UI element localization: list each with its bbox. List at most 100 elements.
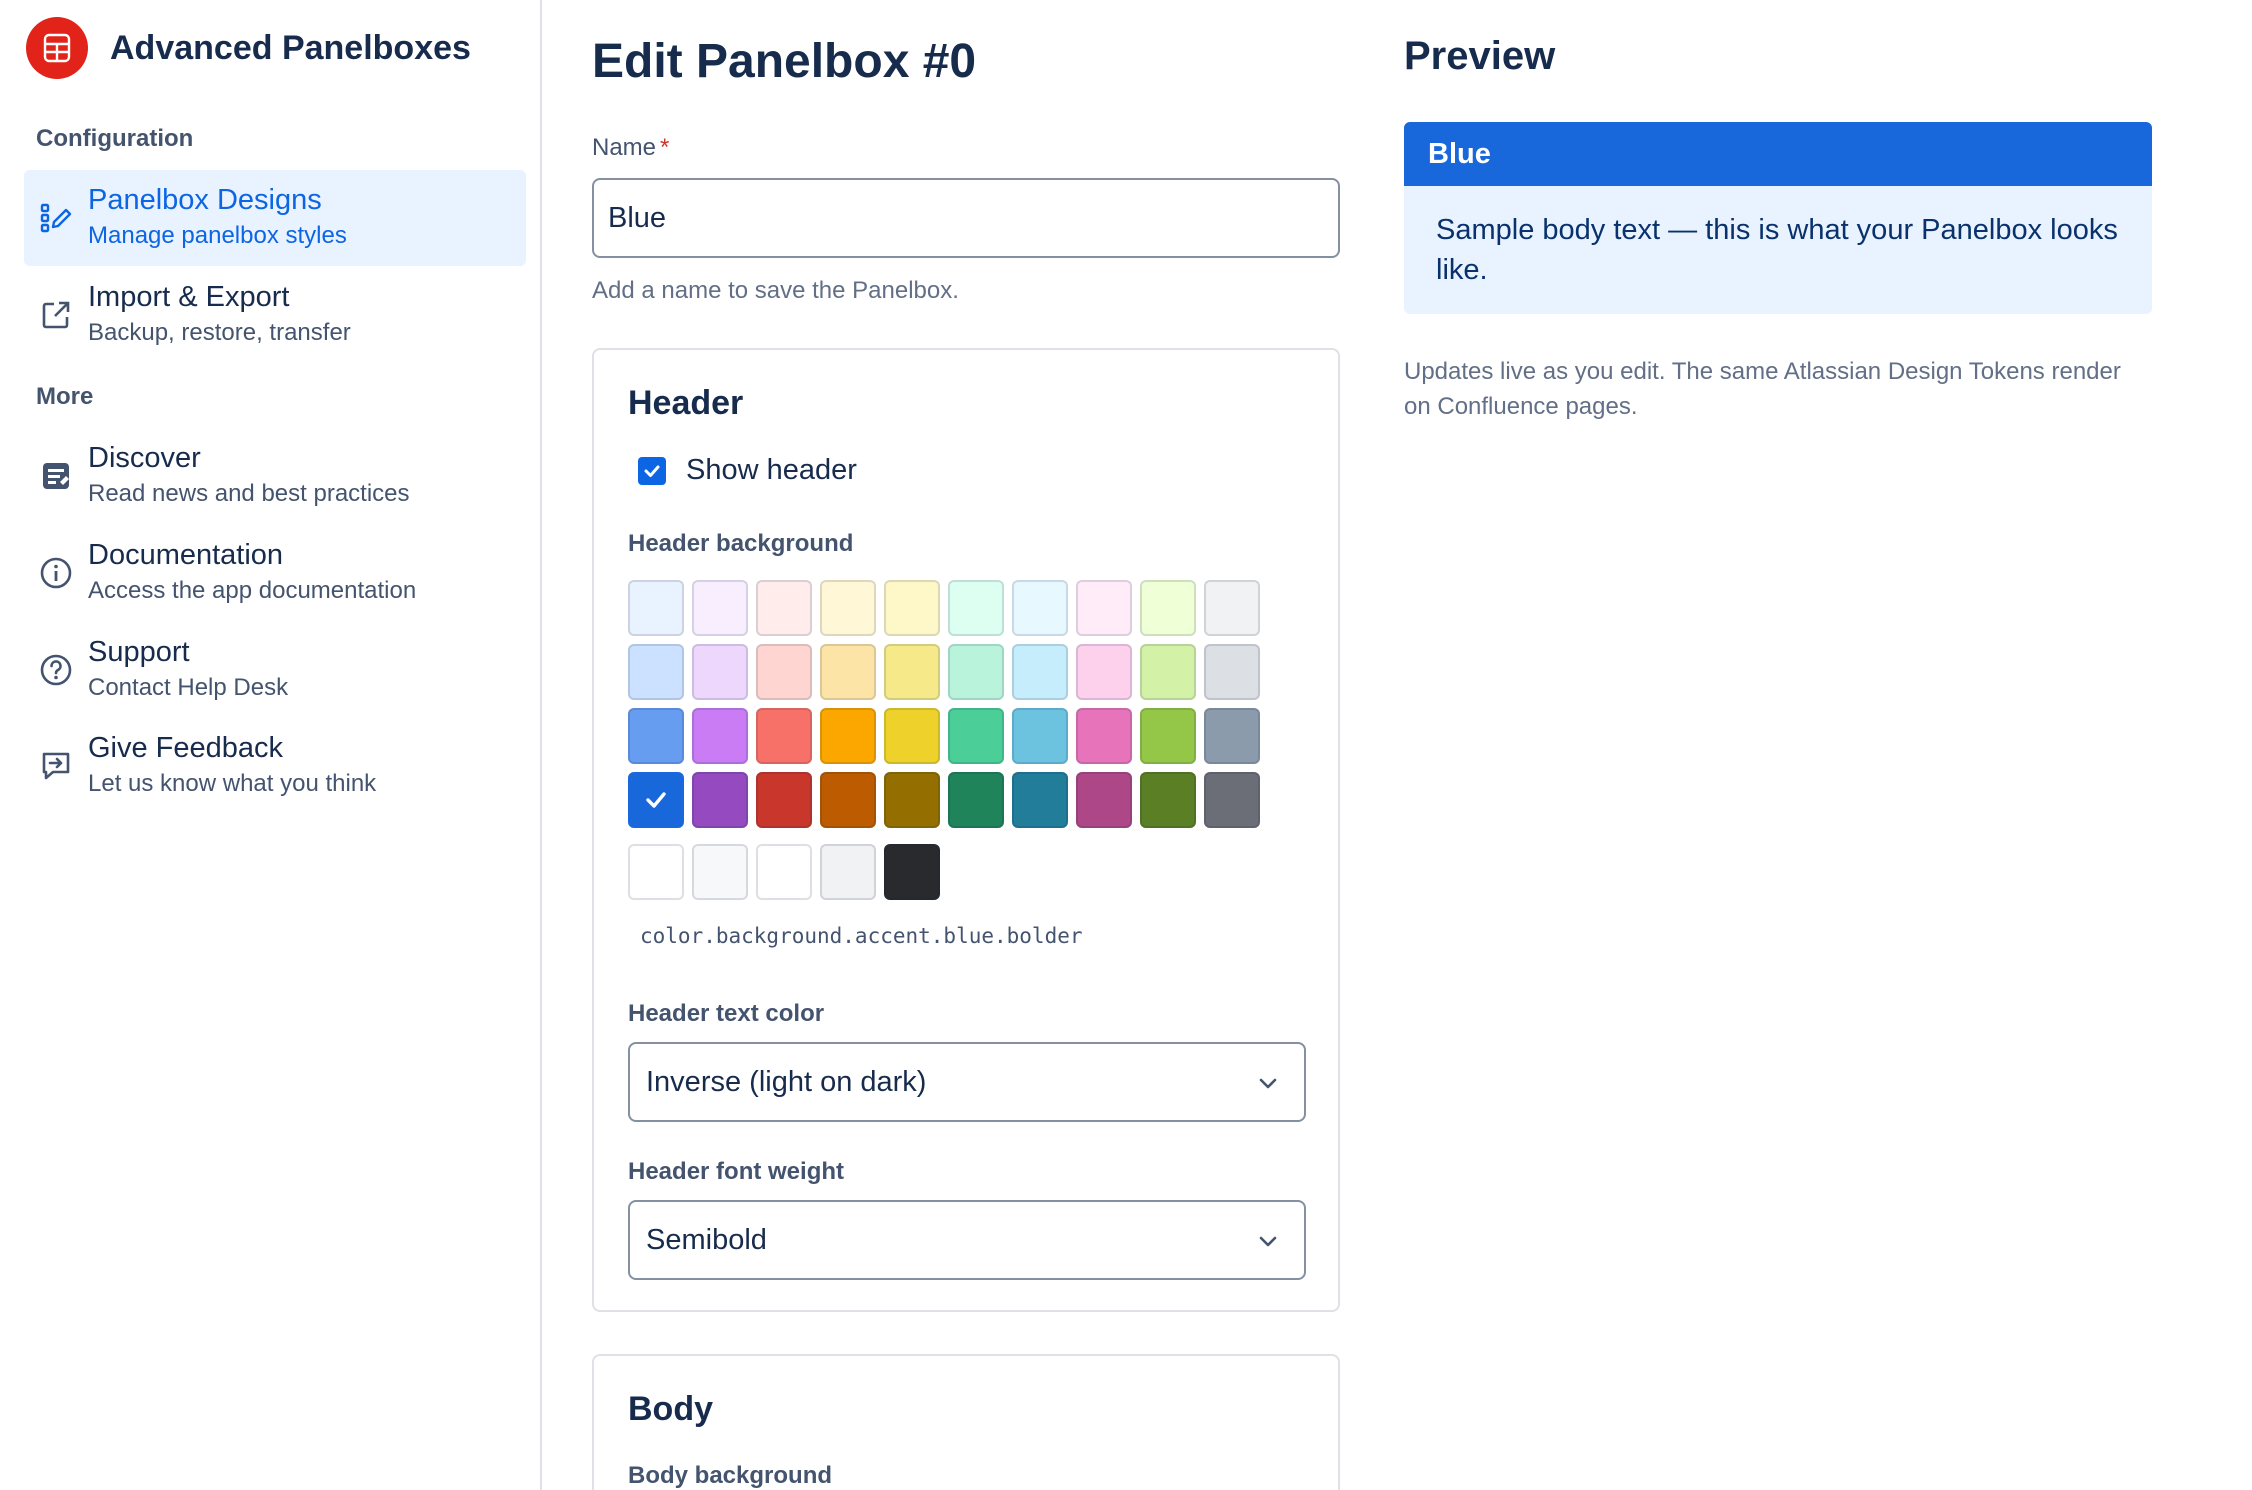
sidebar-item-support[interactable]: Support Contact Help Desk: [24, 622, 526, 718]
sidebar-item-documentation[interactable]: Documentation Access the app documentati…: [24, 525, 526, 621]
color-swatch[interactable]: [756, 644, 812, 700]
header-text-color-select[interactable]: Inverse (light on dark): [628, 1042, 1306, 1122]
color-swatch[interactable]: [948, 708, 1004, 764]
color-swatch[interactable]: [948, 772, 1004, 828]
preview-title: Preview: [1404, 34, 1556, 78]
color-swatch[interactable]: [884, 644, 940, 700]
body-background-label: Body background: [628, 1462, 833, 1489]
sidebar-item-subtitle: Manage panelbox styles: [88, 222, 347, 249]
color-swatch[interactable]: [1012, 644, 1068, 700]
color-swatch[interactable]: [1076, 644, 1132, 700]
preview-panelbox: Blue Sample body text — this is what you…: [1404, 122, 2152, 314]
color-swatch[interactable]: [756, 580, 812, 636]
show-header-checkbox-row[interactable]: Show header: [638, 454, 857, 487]
header-font-weight-value: Semibold: [646, 1223, 767, 1256]
show-header-checkbox[interactable]: [638, 456, 666, 485]
sidebar-item-subtitle: Backup, restore, transfer: [88, 319, 351, 346]
required-indicator: *: [660, 134, 670, 161]
color-swatch[interactable]: [1204, 708, 1260, 764]
color-swatch[interactable]: [1140, 772, 1196, 828]
external-link-icon: [38, 297, 74, 333]
color-swatch[interactable]: [628, 844, 684, 900]
color-swatch[interactable]: [1076, 580, 1132, 636]
sidebar-item-panelbox-designs[interactable]: Panelbox Designs Manage panelbox styles: [24, 170, 526, 266]
color-swatch[interactable]: [1204, 772, 1260, 828]
color-swatch[interactable]: [884, 708, 940, 764]
color-swatch[interactable]: [628, 708, 684, 764]
color-swatch[interactable]: [756, 772, 812, 828]
color-swatch[interactable]: [820, 644, 876, 700]
show-header-label: Show header: [686, 454, 857, 486]
color-swatch[interactable]: [1012, 772, 1068, 828]
design-pencil-icon: [38, 200, 74, 236]
chevron-down-icon: [1254, 1070, 1282, 1098]
sidebar-item-title: Give Feedback: [88, 732, 284, 764]
color-swatch[interactable]: [884, 580, 940, 636]
color-swatch[interactable]: [692, 772, 748, 828]
preview-panelbox-header: Blue: [1404, 122, 2152, 186]
header-font-weight-label: Header font weight: [628, 1158, 845, 1185]
sidebar-item-import-export[interactable]: Import & Export Backup, restore, transfe…: [24, 267, 526, 363]
color-swatch[interactable]: [884, 844, 940, 900]
color-swatch[interactable]: [820, 708, 876, 764]
color-swatch[interactable]: [820, 844, 876, 900]
page-title: Edit Panelbox #0: [592, 35, 977, 88]
section-label-more: More: [36, 383, 94, 410]
color-swatch[interactable]: [628, 580, 684, 636]
color-swatch[interactable]: [1204, 580, 1260, 636]
selected-token-text: color.background.accent.blue.bolder: [640, 924, 1083, 948]
color-swatch[interactable]: [948, 644, 1004, 700]
header-card-title: Header: [628, 384, 744, 422]
sidebar-item-title: Support: [88, 636, 190, 668]
sidebar-item-title: Import & Export: [88, 281, 290, 313]
color-swatch[interactable]: [628, 644, 684, 700]
feedback-icon: [38, 748, 74, 784]
checkmark-icon: [646, 792, 666, 808]
body-settings-card: Body Body background: [592, 1354, 1340, 1490]
sidebar-item-title: Discover: [88, 442, 201, 474]
question-icon: [38, 652, 74, 688]
header-font-weight-select[interactable]: Semibold: [628, 1200, 1306, 1280]
preview-panelbox-body: Sample body text — this is what your Pan…: [1436, 214, 2118, 286]
color-swatch[interactable]: [1140, 580, 1196, 636]
body-card-title: Body: [628, 1390, 713, 1428]
color-swatch[interactable]: [692, 644, 748, 700]
color-swatch[interactable]: [1076, 708, 1132, 764]
sidebar-item-subtitle: Contact Help Desk: [88, 674, 289, 701]
chevron-down-icon: [1254, 1228, 1282, 1256]
news-icon: [38, 458, 74, 494]
brand[interactable]: Advanced Panelboxes: [26, 17, 471, 79]
header-background-label: Header background: [628, 530, 854, 557]
color-swatch[interactable]: [692, 580, 748, 636]
color-swatch[interactable]: [1076, 772, 1132, 828]
sidebar-item-subtitle: Let us know what you think: [88, 770, 377, 797]
info-icon: [38, 555, 74, 591]
color-swatch[interactable]: [1204, 644, 1260, 700]
sidebar-item-give-feedback[interactable]: Give Feedback Let us know what you think: [24, 718, 526, 814]
color-swatch[interactable]: [756, 844, 812, 900]
name-help-text: Add a name to save the Panelbox.: [592, 277, 959, 304]
app-name: Advanced Panelboxes: [110, 28, 471, 67]
sidebar-item-title: Documentation: [88, 539, 284, 571]
sidebar-item-discover[interactable]: Discover Read news and best practices: [24, 428, 526, 524]
color-swatch[interactable]: [1140, 708, 1196, 764]
color-swatch[interactable]: [820, 580, 876, 636]
color-swatch[interactable]: [948, 580, 1004, 636]
color-swatch[interactable]: [884, 772, 940, 828]
sidebar-item-subtitle: Access the app documentation: [88, 577, 417, 604]
sidebar-item-title: Panelbox Designs: [88, 184, 322, 216]
app-logo-icon: [26, 17, 88, 79]
sidebar-item-subtitle: Read news and best practices: [88, 480, 410, 507]
color-swatch[interactable]: [1140, 644, 1196, 700]
header-text-color-label: Header text color: [628, 1000, 825, 1027]
color-swatch[interactable]: [1012, 580, 1068, 636]
color-swatch[interactable]: [1012, 708, 1068, 764]
color-swatch[interactable]: [756, 708, 812, 764]
name-input[interactable]: [592, 178, 1340, 258]
color-swatch-selected[interactable]: [628, 772, 684, 828]
name-label: Name *: [592, 134, 670, 161]
sidebar: Advanced Panelboxes Configuration Panelb…: [0, 0, 542, 1490]
color-swatch[interactable]: [692, 844, 748, 900]
color-swatch[interactable]: [820, 772, 876, 828]
color-swatch[interactable]: [692, 708, 748, 764]
